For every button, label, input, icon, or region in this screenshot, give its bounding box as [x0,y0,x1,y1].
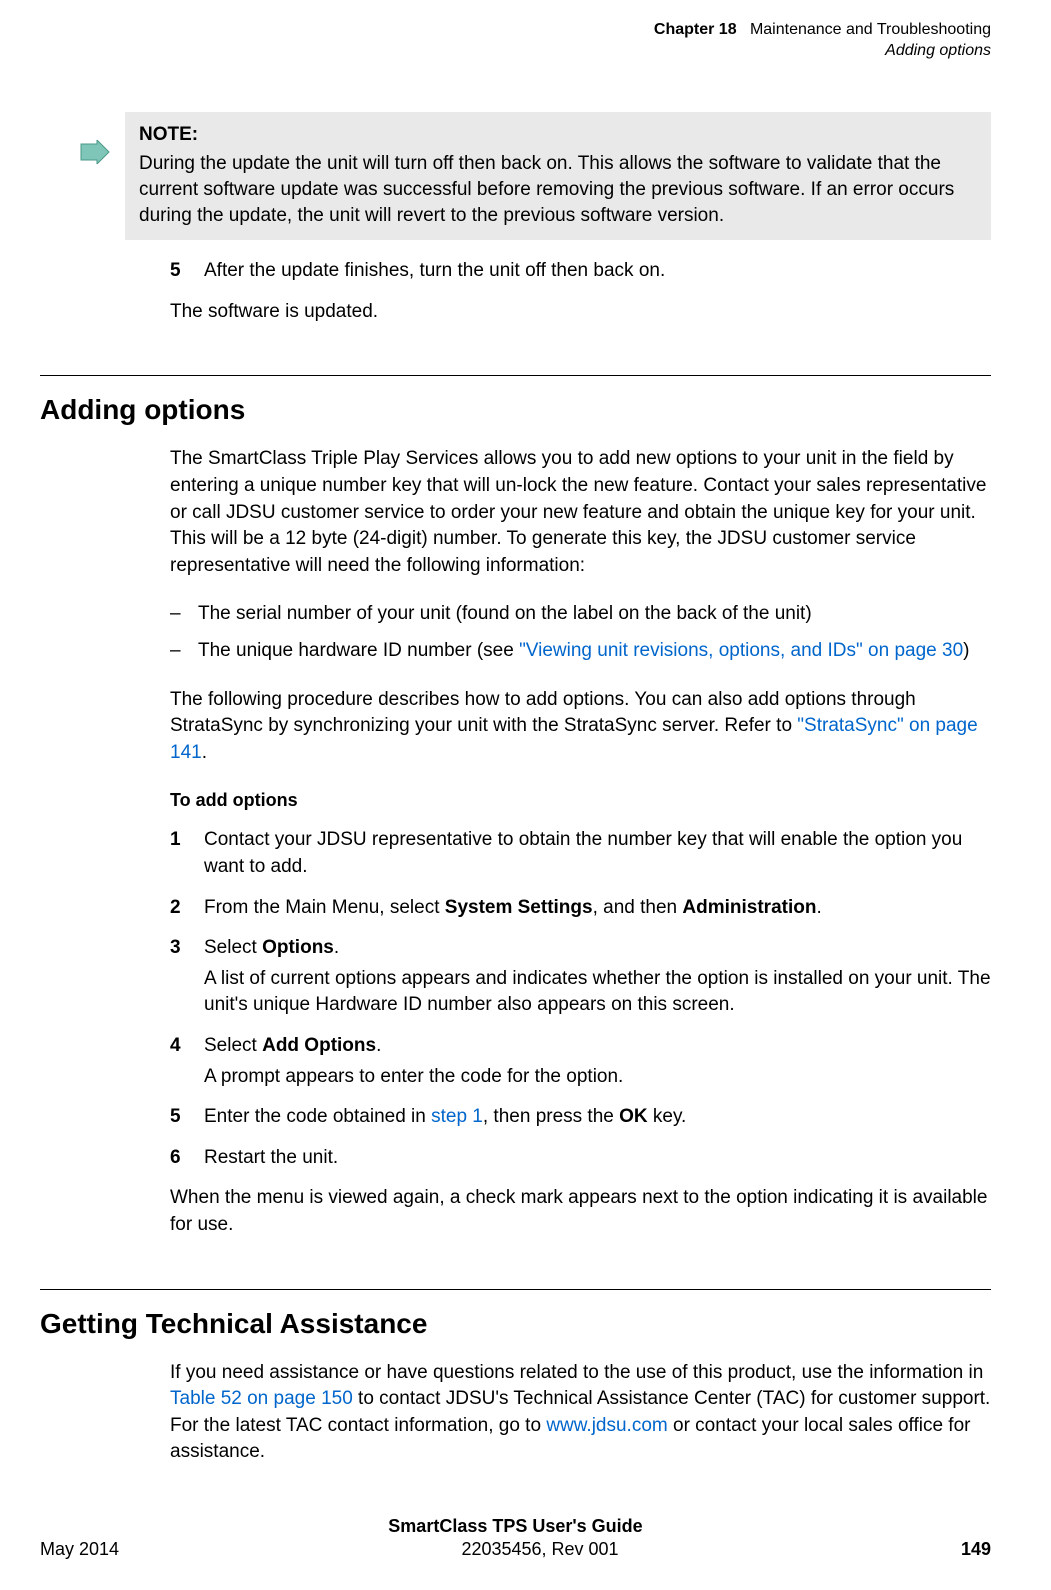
chapter-title [741,21,750,38]
step-5-update: 5 After the update finishes, turn the un… [170,258,991,285]
text-fragment: . [334,937,339,958]
step-text: Restart the unit. [204,1145,991,1172]
step-text: Contact your JDSU representative to obta… [204,827,991,880]
text-fragment: If you need assistance or have questions… [170,1362,983,1383]
xref-link[interactable]: step 1 [431,1106,483,1127]
footer-docid: 22035456, Rev 001 [119,1539,961,1560]
bullet-text: The serial number of your unit (found on… [198,601,812,628]
ui-term: OK [619,1106,648,1127]
page-number: 149 [961,1539,991,1560]
step-text: After the update finishes, turn the unit… [204,258,991,285]
xref-link[interactable]: Table 52 on page 150 [170,1388,353,1409]
text-fragment: ) [963,640,969,661]
adding-closing: When the menu is viewed again, a check m… [170,1185,991,1238]
list-item: – The unique hardware ID number (see "Vi… [170,638,991,665]
bullet-dash: – [170,601,198,628]
assistance-paragraph: If you need assistance or have questions… [170,1360,991,1466]
note-body: During the update the unit will turn off… [139,151,977,228]
header-section: Adding options [40,41,991,62]
page-header: Chapter 18 Maintenance and Troubleshooti… [40,20,991,62]
text-fragment: The unique hardware ID number (see [198,640,519,661]
note-heading: NOTE: [139,122,977,148]
step-4: 4 Select Add Options. A prompt appears t… [170,1033,991,1090]
text-fragment: , then press the [483,1106,619,1127]
adding-intro: The SmartClass Triple Play Services allo… [170,446,991,579]
text-fragment: . [202,742,207,763]
step-number: 1 [170,827,204,880]
step-3: 3 Select Options. A list of current opti… [170,935,991,1019]
top-content: 5 After the update finishes, turn the un… [170,258,991,325]
footer-row: May 2014 22035456, Rev 001 149 [40,1539,991,1560]
ui-term: Administration [682,897,816,918]
step-number: 6 [170,1145,204,1172]
text-fragment: Enter the code obtained in [204,1106,431,1127]
step-result: A prompt appears to enter the code for t… [204,1064,991,1091]
requirements-list: – The serial number of your unit (found … [170,601,991,664]
step-number: 4 [170,1033,204,1090]
step-text: Select Options. A list of current option… [204,935,991,1019]
step-6: 6 Restart the unit. [170,1145,991,1172]
step-result: A list of current options appears and in… [204,966,991,1019]
bullet-dash: – [170,638,198,665]
text-fragment: Select [204,1035,262,1056]
step-text: From the Main Menu, select System Settin… [204,895,991,922]
step-number: 5 [170,258,204,285]
step-1: 1 Contact your JDSU representative to ob… [170,827,991,880]
text-fragment: Select [204,937,262,958]
list-item: – The serial number of your unit (found … [170,601,991,628]
adding-options-body: The SmartClass Triple Play Services allo… [170,446,991,1238]
update-closing: The software is updated. [170,299,991,326]
section-divider [40,1289,991,1290]
chapter-line: Chapter 18 Maintenance and Troubleshooti… [40,20,991,41]
ui-term: System Settings [445,897,593,918]
step-number: 5 [170,1104,204,1131]
text-fragment: , and then [593,897,683,918]
bullet-text: The unique hardware ID number (see "View… [198,638,969,665]
chapter-number: Chapter 18 [654,21,737,38]
step-text: Select Add Options. A prompt appears to … [204,1033,991,1090]
url-link[interactable]: www.jdsu.com [546,1415,667,1436]
text-fragment: . [376,1035,381,1056]
step-number: 3 [170,935,204,1019]
ui-term: Add Options [262,1035,376,1056]
footer-doc-title: SmartClass TPS User's Guide [40,1516,991,1537]
step-5: 5 Enter the code obtained in step 1, the… [170,1104,991,1131]
section-divider [40,375,991,376]
ui-term: Options [262,937,334,958]
adding-follow: The following procedure describes how to… [170,687,991,767]
procedure-heading: To add options [170,788,991,813]
page-footer: SmartClass TPS User's Guide May 2014 220… [40,1516,991,1560]
text-fragment: key. [648,1106,687,1127]
note-callout: NOTE: During the update the unit will tu… [125,112,991,241]
note-arrow-icon [79,140,111,164]
footer-date: May 2014 [40,1539,119,1560]
step-text: Enter the code obtained in step 1, then … [204,1104,991,1131]
heading-technical-assistance: Getting Technical Assistance [40,1308,991,1340]
text-fragment: From the Main Menu, select [204,897,445,918]
step-number: 2 [170,895,204,922]
xref-link[interactable]: "Viewing unit revisions, options, and ID… [519,640,963,661]
technical-assistance-body: If you need assistance or have questions… [170,1360,991,1466]
text-fragment: . [816,897,821,918]
chapter-title-text: Maintenance and Troubleshooting [750,21,991,38]
step-2: 2 From the Main Menu, select System Sett… [170,895,991,922]
heading-adding-options: Adding options [40,394,991,426]
